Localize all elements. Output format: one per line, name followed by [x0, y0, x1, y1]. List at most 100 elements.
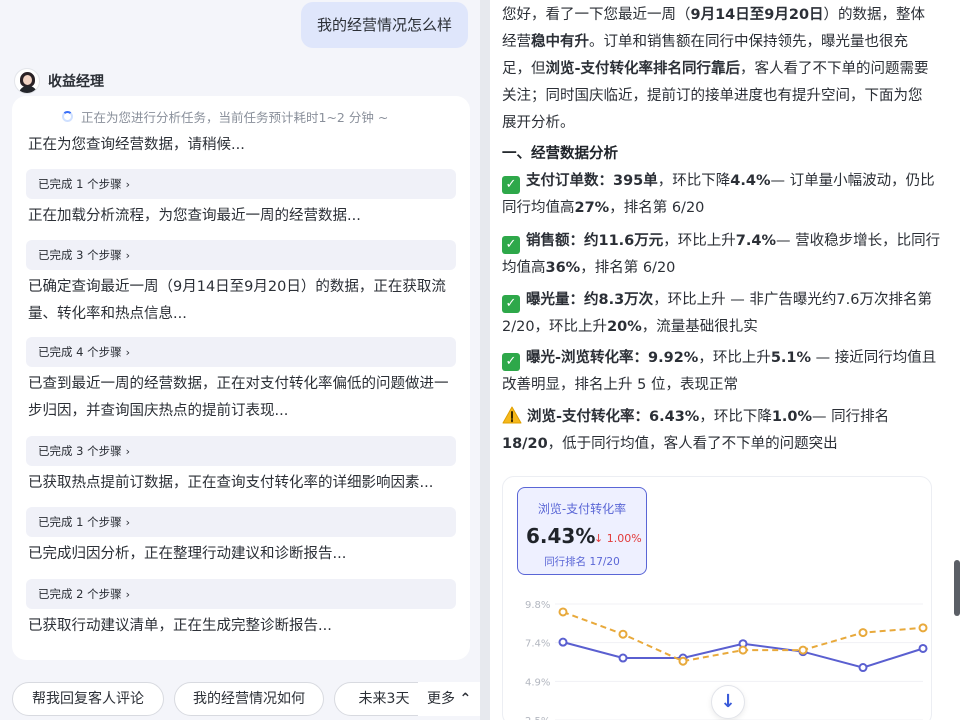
metric-value: 6.43%: [526, 524, 596, 548]
step-label: 已完成 2 个步骤: [38, 587, 122, 601]
progress-message: 正在加载分析流程，为您查询最近一周的经营数据...: [28, 208, 361, 224]
loading-spinner-icon: [62, 111, 73, 122]
check-icon: ✓: [502, 295, 520, 313]
highlight-text: 7.4%: [735, 233, 776, 249]
step-label: 已完成 4 个步骤: [38, 345, 122, 359]
highlight-text: 5.1%: [770, 350, 812, 366]
progress-message: 已确定查询最近一周（9月14日至9月20日）的数据，正在获取流量、转化率和热点信…: [28, 279, 446, 322]
chevron-right-icon: ›: [125, 178, 131, 191]
data-point[interactable]: [858, 663, 868, 673]
highlight-text: 1.0%: [771, 409, 813, 425]
metric-title: 浏览-支付转化率: [537, 502, 627, 516]
step-label: 已完成 3 个步骤: [38, 248, 122, 262]
data-point[interactable]: [738, 645, 748, 655]
data-point[interactable]: [618, 653, 628, 663]
highlight-text: 18/20: [502, 436, 548, 452]
data-point[interactable]: [918, 623, 928, 633]
more-label: 更多: [427, 691, 455, 707]
report-text: ，流量基础很扎实: [641, 319, 758, 335]
check-icon: ✓: [502, 176, 520, 194]
step-label: 已完成 1 个步骤: [38, 177, 122, 191]
highlight-text: 36%: [545, 260, 581, 276]
data-point[interactable]: [618, 629, 628, 639]
check-icon: ✓: [502, 353, 520, 371]
report-text: ，环比上升: [698, 350, 771, 366]
highlight-text: 支付订单数：395单: [526, 173, 658, 189]
report-text: ，环比下降: [699, 409, 772, 425]
metric-delta: ↓ 1.00%: [594, 532, 642, 545]
chevron-right-icon: ›: [125, 346, 131, 359]
chip-reply-reviews[interactable]: 帮我回复客人评论: [12, 682, 164, 716]
progress-message: 已查到最近一周的经营数据，正在对支付转化率偏低的问题做进一步归因，并查询国庆热点…: [28, 376, 449, 419]
agent-name: 收益经理: [48, 74, 104, 90]
highlight-text: 9月14日至9月20日: [690, 7, 824, 23]
report-text: — 同行排名: [812, 409, 890, 425]
task-status: 正在为您进行分析任务，当前任务预计耗时1~2 分钟 ~: [62, 107, 388, 126]
report-text: 您好，看了一下您最近一周（: [502, 7, 691, 23]
section-title: 一、经营数据分析: [502, 146, 618, 162]
progress-message: 已完成归因分析，正在整理行动建议和诊断报告...: [28, 546, 347, 562]
completed-steps-toggle[interactable]: 已完成 4 个步骤 ›: [26, 337, 456, 367]
panel-divider[interactable]: [480, 0, 490, 720]
completed-steps-toggle[interactable]: 已完成 3 个步骤 ›: [26, 436, 456, 466]
step-label: 已完成 3 个步骤: [38, 444, 122, 458]
highlight-text: 销售额：约11.6万元: [526, 233, 664, 249]
metric-card[interactable]: 浏览-支付转化率 6.43% ↓ 1.00% 同行排名 17/20: [517, 487, 647, 575]
chip-business-status[interactable]: 我的经营情况如何: [174, 682, 324, 716]
highlight-text: 27%: [574, 200, 610, 216]
highlight-text: 20%: [607, 319, 642, 335]
report-text: ，低于同行均值，客人看了不下单的问题突出: [547, 436, 838, 452]
report-panel: 您好，看了一下您最近一周（9月14日至9月20日）的数据，整体经营稳中有升。订单…: [490, 0, 960, 720]
highlight-text: 浏览-支付转化率：6.43%: [527, 409, 700, 425]
warning-icon: [502, 406, 522, 424]
highlight-text: 浏览-支付转化率排名同行靠后: [545, 61, 741, 77]
agent-avatar: [14, 68, 40, 94]
progress-message: 已获取热点提前订数据，正在查询支付转化率的详细影响因素...: [28, 475, 434, 491]
metric-rank: 同行排名 17/20: [544, 556, 620, 568]
metric-item: ✓ 曝光-浏览转化率：9.92%，环比上升5.1% — 接近同行均值且改善明显，排…: [502, 345, 942, 399]
metric-item: ✓ 支付订单数：395单，环比下降4.4%— 订单量小幅波动，仍比同行均值高27%…: [502, 168, 942, 222]
data-point[interactable]: [798, 645, 808, 655]
chevron-right-icon: ›: [125, 249, 131, 262]
data-point[interactable]: [858, 628, 868, 638]
highlight-text: 稳中有升: [531, 34, 589, 50]
user-message-bubble: 我的经营情况怎么样: [300, 2, 468, 48]
y-tick-label: 7.4%: [525, 639, 550, 650]
completed-steps-toggle[interactable]: 已完成 3 个步骤 ›: [26, 240, 456, 270]
data-point[interactable]: [918, 643, 928, 653]
highlight-text: 4.4%: [730, 173, 771, 189]
y-tick-label: 4.9%: [525, 677, 550, 688]
progress-message: 已获取行动建议清单，正在生成完整诊断报告...: [28, 618, 332, 634]
completed-steps-toggle[interactable]: 已完成 2 个步骤 ›: [26, 579, 456, 609]
report-intro: 您好，看了一下您最近一周（9月14日至9月20日）的数据，整体经营稳中有升。订单…: [502, 2, 936, 137]
metric-item: ✓ 销售额：约11.6万元，环比上升7.4%— 营收稳步增长，比同行均值高36%，…: [502, 228, 942, 282]
report-text: ，排名第 6/20: [580, 260, 676, 276]
completed-steps-toggle[interactable]: 已完成 1 个步骤 ›: [26, 169, 456, 199]
report-text: ，环比下降: [657, 173, 731, 189]
metric-item: ✓ 曝光量：约8.3万次，环比上升 — 非广告曝光约7.6万次排名第 2/20，环…: [502, 287, 942, 341]
report-text: ，环比上升: [663, 233, 736, 249]
data-point[interactable]: [678, 656, 688, 666]
y-tick-label: 2.5%: [525, 716, 550, 720]
task-status-text: 正在为您进行分析任务，当前任务预计耗时1~2 分钟 ~: [81, 110, 389, 125]
more-button[interactable]: 更多 ⌃: [418, 682, 480, 716]
agent-progress-card: 正在为您进行分析任务，当前任务预计耗时1~2 分钟 ~ 正在为您查询经营数据，请…: [12, 96, 470, 660]
conversion-chart-card: 浏览-支付转化率 6.43% ↓ 1.00% 同行排名 17/20 9.8% 7.…: [502, 476, 932, 720]
chat-panel: 我的经营情况怎么样 收益经理 正在为您进行分析任务，当前任务预计耗时1~2 分钟…: [0, 0, 480, 720]
check-icon: ✓: [502, 236, 520, 254]
highlight-text: 曝光量：约8.3万次: [526, 292, 654, 308]
data-point[interactable]: [558, 637, 568, 647]
metric-item: 浏览-支付转化率：6.43%，环比下降1.0%— 同行排名 18/20，低于同行…: [502, 404, 942, 458]
report-text: ，排名第 6/20: [609, 200, 705, 216]
scroll-down-button[interactable]: ↓: [711, 685, 745, 719]
scrollbar[interactable]: [954, 560, 960, 616]
arrow-down-icon: ↓: [720, 691, 736, 712]
data-point[interactable]: [558, 607, 568, 617]
suggestion-chips: 帮我回复客人评论 我的经营情况如何 未来3天 更多 ⌃: [0, 682, 480, 720]
chevron-right-icon: ›: [125, 445, 131, 458]
highlight-text: 曝光-浏览转化率：9.92%: [526, 350, 699, 366]
agent-header: 收益经理: [14, 66, 104, 96]
completed-steps-toggle[interactable]: 已完成 1 个步骤 ›: [26, 507, 456, 537]
chevron-up-icon: ⌃: [459, 691, 472, 707]
chevron-right-icon: ›: [125, 588, 131, 601]
